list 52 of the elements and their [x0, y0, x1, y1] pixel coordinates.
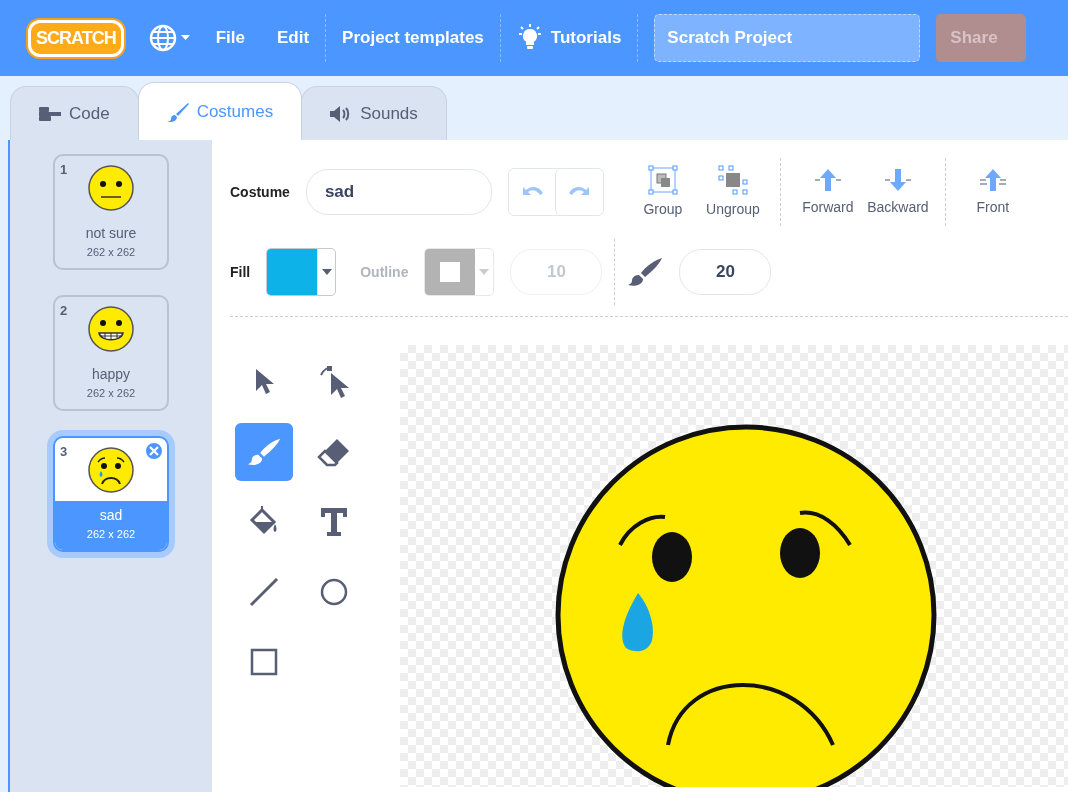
- smiley-face-icon: [87, 446, 135, 494]
- menu-item[interactable]: Project templates: [326, 25, 500, 51]
- costume-name-field[interactable]: sad: [305, 169, 492, 215]
- ungroup-icon: [717, 164, 748, 195]
- smiley-face-icon: [87, 305, 135, 353]
- circle-icon: [319, 577, 349, 607]
- costume-name: sad: [99, 505, 123, 525]
- group-icon: [647, 164, 678, 195]
- costume-number: 1: [60, 161, 68, 179]
- costume-card[interactable]: 2 happy 262 x 262: [53, 295, 169, 411]
- editor-tab[interactable]: Costumes: [137, 82, 303, 140]
- menu-item[interactable]: File: [199, 25, 261, 51]
- code-blocks-icon: [39, 106, 61, 121]
- caret-icon: [321, 269, 332, 275]
- menu-item[interactable]: Edit: [260, 25, 326, 51]
- toolbar-button[interactable]: Ungroup: [697, 164, 768, 220]
- costume-name: happy: [91, 364, 131, 384]
- caret-icon: [479, 269, 490, 275]
- paintbrush-icon: [627, 257, 664, 287]
- fill-label: Fill: [230, 262, 251, 282]
- fill-color-picker[interactable]: [266, 248, 337, 296]
- close-icon: [149, 446, 159, 456]
- editor-tab[interactable]: Code: [10, 86, 139, 140]
- arrow-down-icon: [882, 166, 913, 193]
- toolbar-button[interactable]: Group: [627, 164, 698, 220]
- smiley-face-icon: [87, 164, 135, 212]
- outline-label: Outline: [360, 262, 409, 282]
- delete-button[interactable]: [144, 441, 164, 461]
- line-icon: [249, 577, 279, 607]
- square-icon: [250, 648, 278, 676]
- letter-t-icon: [320, 507, 348, 537]
- eraser-icon: [317, 437, 351, 467]
- toolbar-button[interactable]: Backward: [862, 166, 933, 218]
- costume-label: Costume: [230, 182, 290, 202]
- toolbar-button[interactable]: Forward: [792, 166, 863, 218]
- costume-name: not sure: [85, 223, 137, 243]
- reshape-pointer-icon: [319, 365, 349, 399]
- costume-size: 262 x 262: [86, 526, 136, 542]
- menu-item[interactable]: Tutorials: [500, 24, 638, 52]
- brush-size-field[interactable]: 20: [679, 249, 772, 295]
- lightbulb-icon: [516, 24, 543, 52]
- costume-number: 3: [60, 443, 68, 461]
- paintbrush-icon: [166, 101, 189, 122]
- paintbrush-icon: [247, 437, 281, 467]
- tool-button[interactable]: [235, 423, 293, 481]
- costume-card[interactable]: 1 not sure 262 x 262: [53, 154, 169, 270]
- costume-size: 262 x 262: [86, 385, 136, 401]
- editor-tab[interactable]: Sounds: [301, 86, 447, 140]
- costume-size: 262 x 262: [86, 244, 136, 260]
- costume-number: 2: [60, 302, 68, 320]
- toolbar-button[interactable]: Front: [957, 166, 1028, 218]
- language-menu[interactable]: [147, 23, 192, 53]
